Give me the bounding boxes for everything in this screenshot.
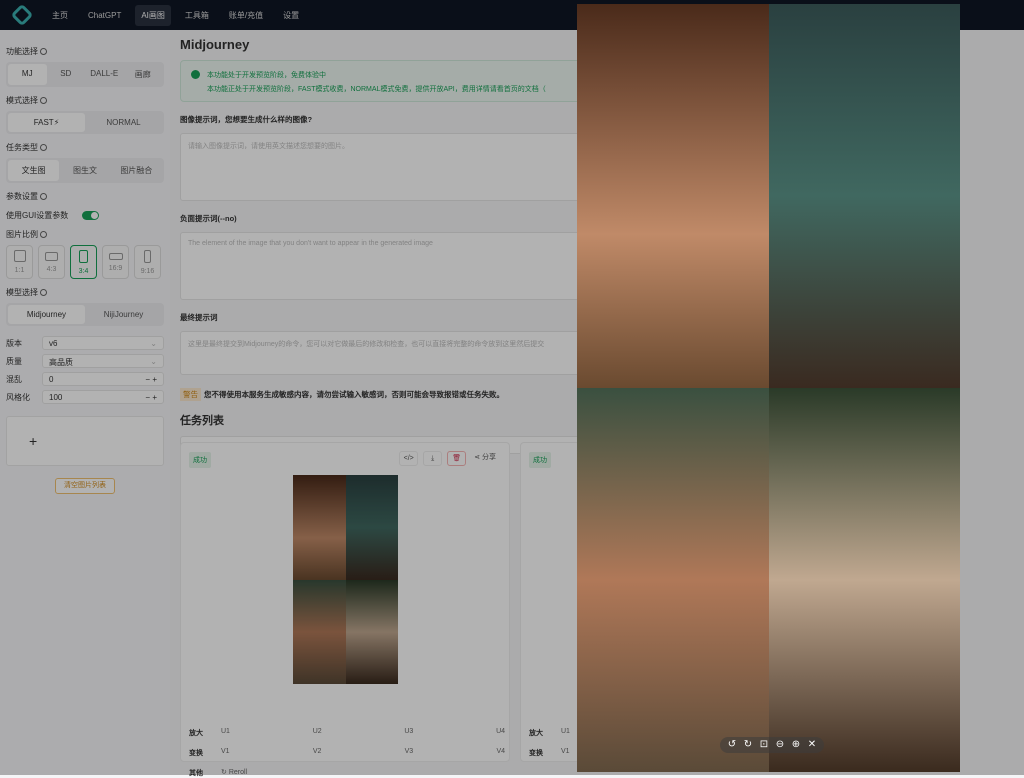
rotate-right-icon[interactable]: ↻ bbox=[742, 739, 754, 751]
zoom-out-icon[interactable]: ⊖ bbox=[774, 739, 786, 751]
rotate-left-icon[interactable]: ↺ bbox=[726, 739, 738, 751]
preview-toolbar: ↺ ↻ ⊡ ⊖ ⊕ ✕ bbox=[720, 737, 824, 753]
preview-image-3 bbox=[577, 388, 769, 772]
preview-image-2 bbox=[768, 4, 960, 388]
preview-image-4 bbox=[768, 388, 960, 772]
zoom-in-icon[interactable]: ⊕ bbox=[790, 739, 802, 751]
close-icon[interactable]: ✕ bbox=[806, 739, 818, 751]
preview-image-1 bbox=[577, 4, 769, 388]
fit-icon[interactable]: ⊡ bbox=[758, 739, 770, 751]
image-preview[interactable] bbox=[577, 4, 960, 772]
